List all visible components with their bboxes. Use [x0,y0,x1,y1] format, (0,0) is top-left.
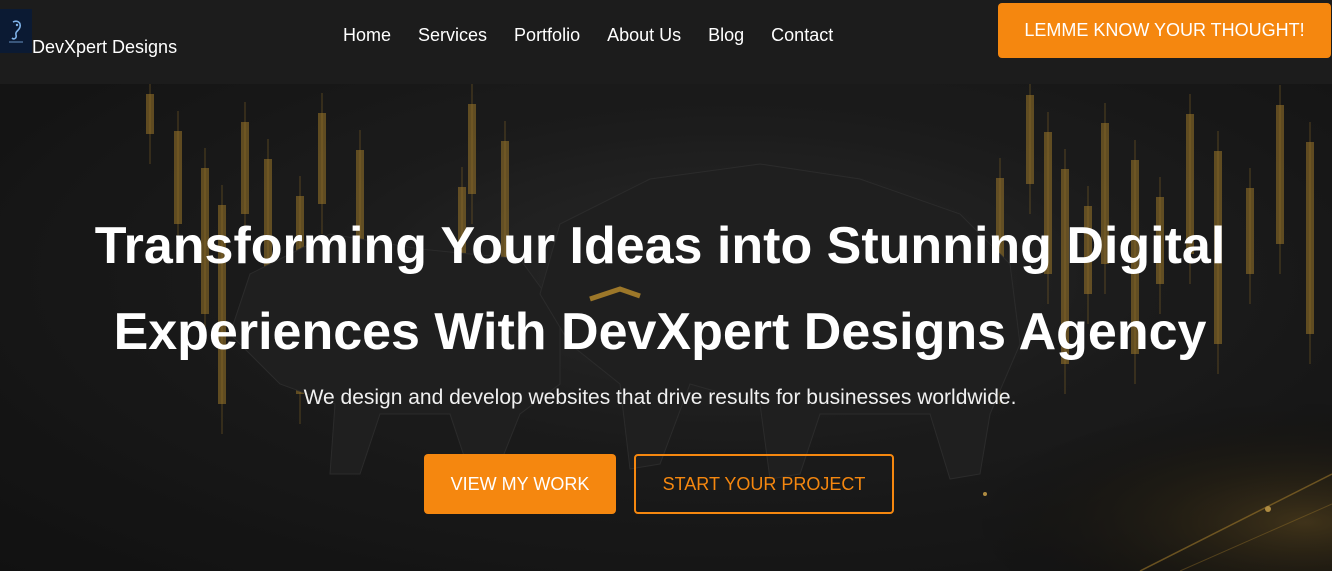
nav-about-us[interactable]: About Us [607,25,681,46]
nav-services[interactable]: Services [418,25,487,46]
start-your-project-button[interactable]: START YOUR PROJECT [634,454,894,514]
logo-glyph [9,20,23,43]
nav-contact[interactable]: Contact [771,25,833,46]
feedback-cta-button[interactable]: LEMME KNOW YOUR THOUGHT! [998,3,1331,58]
hero-title: Transforming Your Ideas into Stunning Di… [0,203,1320,375]
main-nav: Home Services Portfolio About Us Blog Co… [343,25,833,46]
page: DevXpert Designs Home Services Portfolio… [0,0,1332,571]
site-header: DevXpert Designs Home Services Portfolio… [0,0,1332,84]
hero-section: Transforming Your Ideas into Stunning Di… [0,84,1332,571]
brand-name[interactable]: DevXpert Designs [32,37,177,58]
hero-title-line-2: Experiences With DevXpert Designs Agency [113,303,1207,361]
nav-portfolio[interactable]: Portfolio [514,25,580,46]
bull-logo-icon[interactable] [0,9,32,53]
hero-title-line-1: Transforming Your Ideas into Stunning Di… [94,217,1226,275]
view-my-work-button[interactable]: VIEW MY WORK [424,454,616,514]
hero-subtitle: We design and develop websites that driv… [303,386,1017,409]
nav-home[interactable]: Home [343,25,391,46]
nav-blog[interactable]: Blog [708,25,744,46]
